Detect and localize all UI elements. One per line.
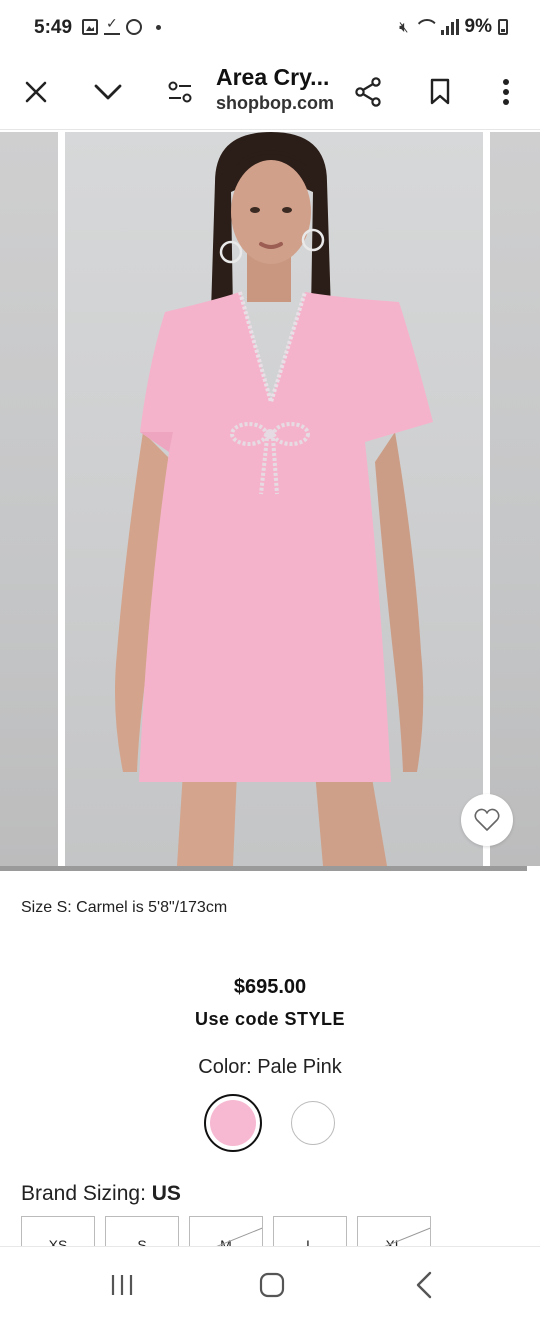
swatch-fill <box>210 1100 256 1146</box>
product-image-carousel[interactable] <box>0 132 540 872</box>
size-option-xl[interactable]: XL <box>357 1216 431 1246</box>
color-label: Color: Pale Pink <box>198 1056 342 1078</box>
minimize-button[interactable] <box>86 70 130 114</box>
bookmark-button[interactable] <box>418 70 462 114</box>
battery-icon <box>498 19 508 35</box>
more-vert-icon <box>503 79 509 105</box>
size-option-s[interactable]: S <box>105 1216 179 1246</box>
brand-sizing-value: US <box>151 1182 181 1205</box>
status-bar: 5:49 🔇︎ 9% <box>0 0 540 56</box>
download-done-icon <box>104 15 120 35</box>
recents-button[interactable] <box>92 1261 152 1309</box>
recents-icon <box>111 1275 133 1295</box>
mute-icon: 🔇︎ <box>399 18 409 36</box>
product-image[interactable] <box>65 132 483 866</box>
promo-code-text: Use code STYLE <box>194 1009 346 1029</box>
product-price: $695.00 <box>233 976 307 998</box>
bookmark-icon <box>430 78 450 105</box>
status-time: 5:49 <box>34 17 73 38</box>
gallery-progress-bar <box>0 866 527 871</box>
dot-icon <box>156 24 161 30</box>
color-swatches <box>0 1094 540 1152</box>
size-option-l[interactable]: L <box>273 1216 347 1246</box>
next-image[interactable] <box>490 132 540 866</box>
home-button[interactable] <box>242 1261 302 1309</box>
battery-percent: 9% <box>464 16 492 37</box>
size-option-m[interactable]: M <box>189 1216 263 1246</box>
heart-icon <box>474 808 500 831</box>
whatsapp-icon <box>126 19 142 35</box>
wifi-icon <box>415 19 435 35</box>
close-icon <box>25 81 47 103</box>
page-url: shopbop.com <box>216 93 334 113</box>
page-title: Area Cry... <box>216 64 330 90</box>
size-option-xs[interactable]: XS <box>21 1216 95 1246</box>
size-options: XS S M L XL <box>21 1216 431 1246</box>
signal-icon <box>440 19 459 35</box>
share-icon <box>355 77 381 107</box>
browser-toolbar: Area Cry... shopbop.com <box>0 56 540 130</box>
model-size-info: Size S: Carmel is 5'8"/173cm <box>21 899 228 916</box>
back-icon <box>416 1271 432 1299</box>
swatch-fill <box>291 1101 335 1145</box>
previous-image[interactable] <box>0 132 58 866</box>
chevron-down-icon <box>94 84 122 100</box>
swatch-white[interactable] <box>284 1094 342 1152</box>
back-button[interactable] <box>394 1261 454 1309</box>
brand-sizing-label: Brand Sizing: US <box>21 1182 181 1205</box>
more-options-button[interactable] <box>484 70 528 114</box>
share-button[interactable] <box>346 70 390 114</box>
add-to-wishlist-button[interactable] <box>461 794 513 846</box>
model-in-pink-dress-illustration <box>115 132 433 866</box>
close-button[interactable] <box>14 70 58 114</box>
home-icon <box>259 1272 285 1298</box>
page-title-block[interactable]: Area Cry... shopbop.com <box>216 64 346 114</box>
system-nav-bar <box>0 1246 540 1320</box>
gallery-icon <box>82 19 98 35</box>
site-settings-button[interactable] <box>158 70 202 114</box>
tune-icon <box>168 81 192 103</box>
swatch-pale-pink[interactable] <box>204 1094 262 1152</box>
